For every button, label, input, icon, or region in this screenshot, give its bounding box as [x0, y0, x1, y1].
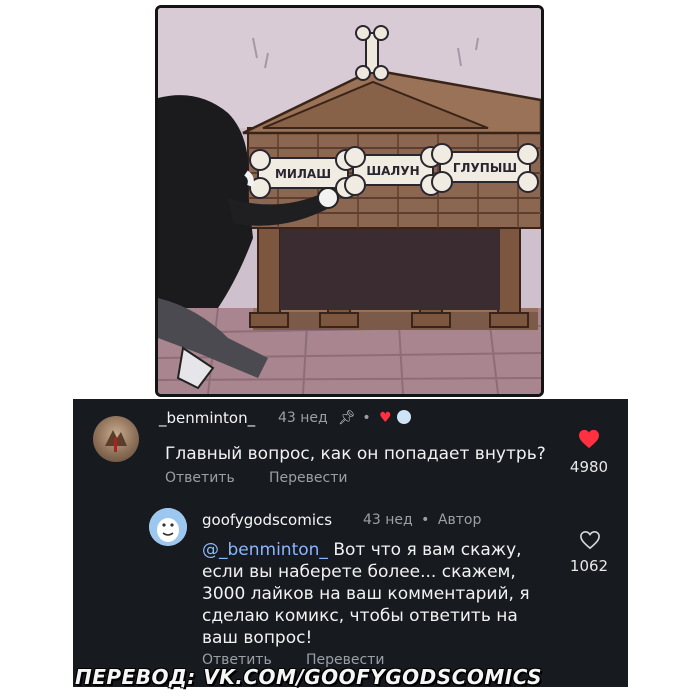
- comment-text: Главный вопрос, как он попадает внутрь?: [165, 444, 546, 464]
- commenter-avatar[interactable]: [93, 416, 139, 462]
- translate-button[interactable]: Перевести: [269, 470, 347, 486]
- comments-section: _benminton_ 43 нед 📌︎ • ♥ Главный вопрос…: [73, 399, 628, 687]
- bone-label-1: МИЛАШ: [275, 167, 331, 181]
- reply-text: @_benminton_ Вот что я вам скажу, если в…: [202, 539, 537, 649]
- like-button-outline[interactable]: [579, 530, 601, 554]
- reply-button[interactable]: Ответить: [165, 470, 235, 486]
- author-liked-heart-icon: ♥: [379, 410, 392, 426]
- commenter-username[interactable]: _benminton_: [159, 409, 255, 427]
- like-button-filled[interactable]: [578, 429, 600, 453]
- dot-separator: •: [421, 512, 430, 528]
- dot-separator: •: [362, 410, 371, 426]
- comment-meta: 43 нед 📌︎ • ♥: [278, 410, 412, 426]
- comment-like-count: 4980: [569, 458, 609, 476]
- comic-panel: МИЛАШ ШАЛУН ГЛУПЫШ: [155, 5, 544, 397]
- comment-time: 43 нед: [278, 410, 328, 426]
- reply-time: 43 нед: [363, 512, 413, 528]
- author-liked-avatar-icon: [397, 410, 412, 424]
- reply-avatar[interactable]: [149, 508, 187, 546]
- reply-like-count: 1062: [569, 557, 609, 575]
- comic-illustration: МИЛАШ ШАЛУН ГЛУПЫШ: [158, 8, 541, 394]
- author-badge: Автор: [437, 512, 482, 528]
- avatar-image: [105, 430, 127, 452]
- heart-filled-icon: [579, 429, 599, 449]
- translation-watermark: ПЕРЕВОД: VK.COM/GOOFYGODSCOMICS: [75, 665, 543, 689]
- mention-link[interactable]: @_benminton_: [202, 540, 328, 560]
- reply-meta: 43 нед • Автор: [363, 512, 481, 528]
- reply-username[interactable]: goofygodscomics: [202, 511, 332, 529]
- bone-label-3: ГЛУПЫШ: [453, 161, 517, 175]
- pin-icon: 📌︎: [338, 410, 356, 426]
- avatar-image: [149, 508, 187, 546]
- bone-label-2: ШАЛУН: [366, 164, 419, 178]
- heart-outline-icon: [580, 530, 600, 550]
